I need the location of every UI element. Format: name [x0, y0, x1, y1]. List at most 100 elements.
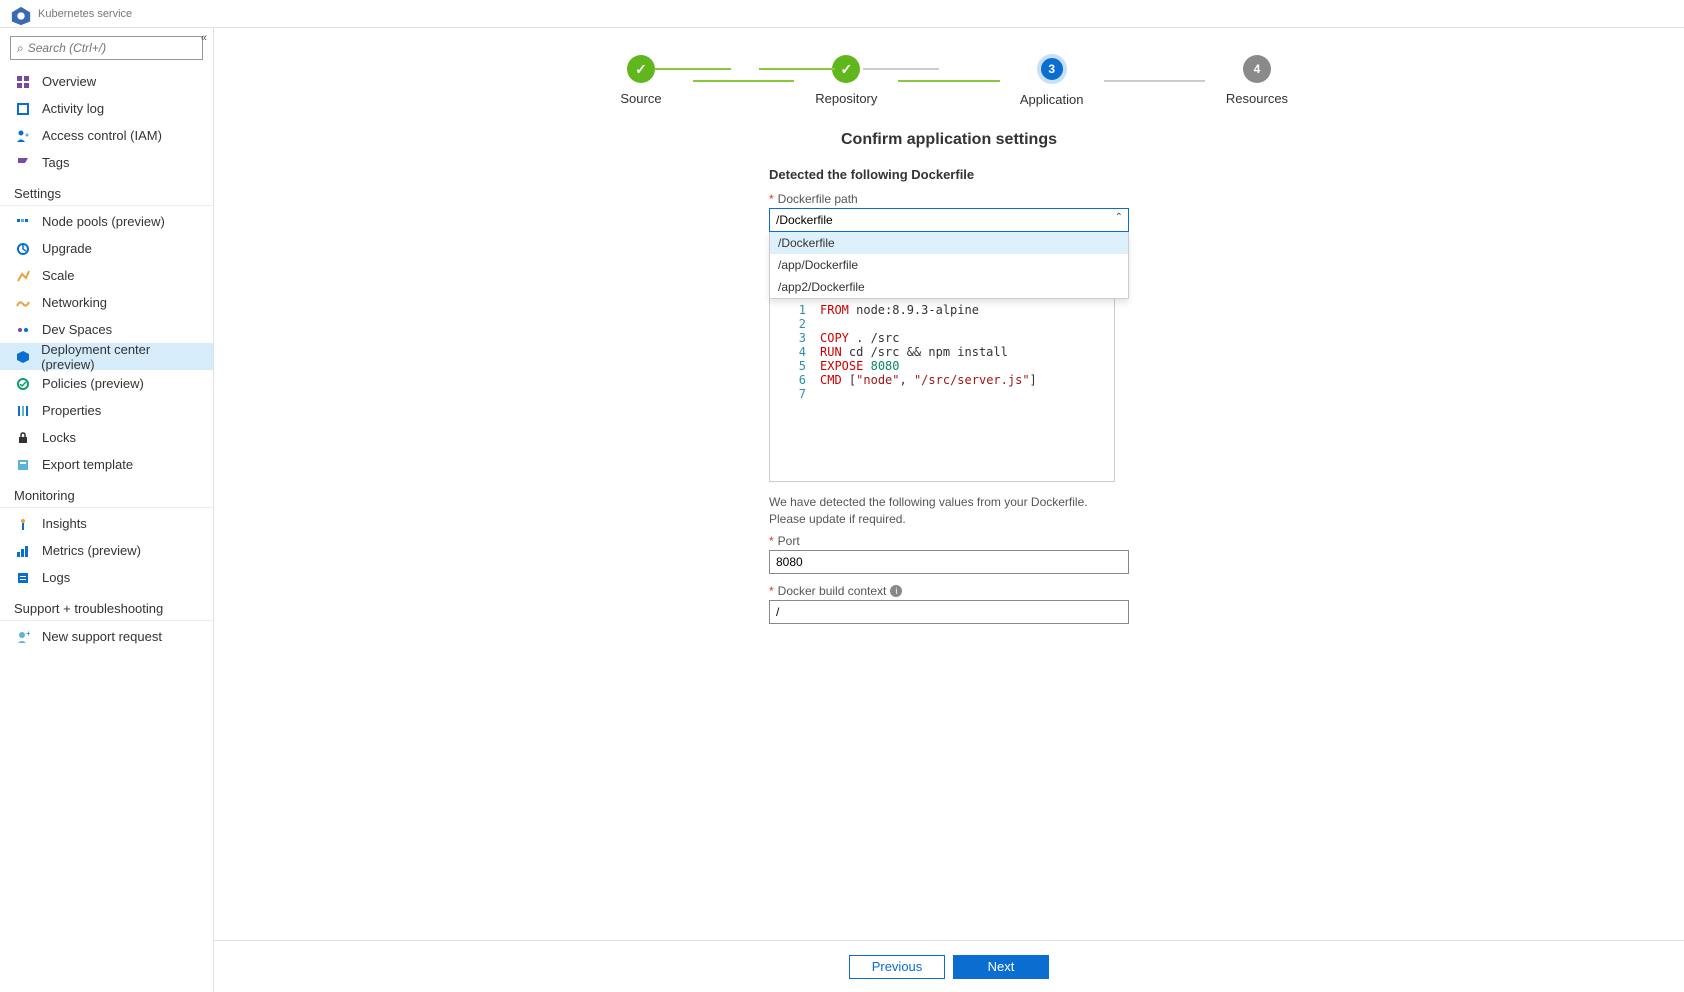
sidebar-item[interactable]: Deployment center (preview) [0, 343, 213, 370]
code-line: 2 [770, 317, 1114, 331]
menu-icon [14, 267, 32, 285]
monitoring-section-label: Monitoring [0, 478, 213, 508]
sidebar-item-label: Node pools (preview) [42, 214, 165, 229]
sidebar-item[interactable]: Logs [0, 564, 213, 591]
next-button[interactable]: Next [953, 955, 1049, 979]
sidebar-item[interactable]: Metrics (preview) [0, 537, 213, 564]
port-label: *Port [769, 534, 1129, 548]
menu-icon [14, 569, 32, 587]
sidebar-item-label: Tags [42, 155, 69, 170]
support-section-label: Support + troubleshooting [0, 591, 213, 621]
sidebar-item-label: Locks [42, 430, 76, 445]
step-number: 4 [1243, 55, 1271, 83]
docker-build-context-label: *Docker build context i [769, 584, 1129, 598]
code-line: 5EXPOSE 8080 [770, 359, 1114, 373]
menu-icon [14, 542, 32, 560]
search-icon: ⌕ [17, 41, 24, 56]
code-line: 7 [770, 387, 1114, 401]
dockerfile-path-combobox[interactable]: ⌃ /Dockerfile/app/Dockerfile/app2/Docker… [769, 208, 1129, 232]
menu-icon [14, 127, 32, 145]
svg-text:+: + [26, 630, 30, 638]
menu-icon [14, 402, 32, 420]
sidebar-item[interactable]: Node pools (preview) [0, 208, 213, 235]
menu-icon [14, 321, 32, 339]
code-line: 3COPY . /src [770, 331, 1114, 345]
info-icon[interactable]: i [890, 585, 902, 597]
wizard-footer: Previous Next [214, 940, 1684, 992]
menu-icon [14, 515, 32, 533]
check-icon: ✓ [627, 55, 655, 83]
sidebar-item-label: New support request [42, 629, 162, 644]
sidebar-item[interactable]: Networking [0, 289, 213, 316]
menu-icon [14, 240, 32, 258]
menu-icon: + [14, 628, 32, 646]
sidebar-item-label: Dev Spaces [42, 322, 112, 337]
sidebar-item-label: Overview [42, 74, 96, 89]
wizard-step[interactable]: ✓ Source [589, 55, 693, 106]
sidebar-item-label: Access control (IAM) [42, 128, 162, 143]
dockerfile-dropdown: /Dockerfile/app/Dockerfile/app2/Dockerfi… [769, 232, 1129, 299]
sidebar-item[interactable]: Scale [0, 262, 213, 289]
code-line: 1FROM node:8.9.3-alpine [770, 303, 1114, 317]
sidebar-item[interactable]: Export template [0, 451, 213, 478]
sidebar-search[interactable]: ⌕ [10, 36, 203, 60]
sidebar-item-label: Deployment center (preview) [41, 342, 199, 372]
dropdown-option[interactable]: /app/Dockerfile [770, 254, 1128, 276]
code-line: 6CMD ["node", "/src/server.js"] [770, 373, 1114, 387]
sidebar-item[interactable]: Activity log [0, 95, 213, 122]
dockerfile-path-label: *Dockerfile path [769, 192, 1129, 206]
step-label: Source [620, 91, 661, 106]
wizard-step[interactable]: 3 Application [1000, 54, 1104, 107]
sidebar-item[interactable]: Locks [0, 424, 213, 451]
menu-icon [14, 154, 32, 172]
dropdown-option[interactable]: /app2/Dockerfile [770, 276, 1128, 298]
check-icon: ✓ [832, 55, 860, 83]
sidebar-item-label: Scale [42, 268, 75, 283]
sidebar-item[interactable]: Tags [0, 149, 213, 176]
step-label: Resources [1226, 91, 1288, 106]
menu-icon [14, 429, 32, 447]
sidebar-item[interactable]: Upgrade [0, 235, 213, 262]
dockerfile-path-input[interactable] [769, 208, 1129, 232]
menu-icon [14, 73, 32, 91]
dockerfile-code-viewer: 1FROM node:8.9.3-alpine23COPY . /src4RUN… [769, 298, 1115, 482]
sidebar-item[interactable]: Access control (IAM) [0, 122, 213, 149]
sidebar-item[interactable]: Overview [0, 68, 213, 95]
sidebar-item[interactable]: Dev Spaces [0, 316, 213, 343]
kubernetes-icon [10, 5, 32, 23]
wizard-step[interactable]: 4 Resources [1205, 55, 1309, 106]
helper-text: We have detected the following values fr… [769, 494, 1109, 528]
menu-icon [14, 213, 32, 231]
menu-icon [14, 375, 32, 393]
sidebar: « ⌕ Overview Activity log Access control (… [0, 28, 214, 992]
docker-build-context-input[interactable] [769, 600, 1129, 624]
sidebar-item[interactable]: Properties [0, 397, 213, 424]
sidebar-item-label: Policies (preview) [42, 376, 144, 391]
step-number: 3 [1037, 54, 1067, 84]
sidebar-item-label: Export template [42, 457, 133, 472]
sidebar-item[interactable]: Insights [0, 510, 213, 537]
sidebar-item[interactable]: Policies (preview) [0, 370, 213, 397]
dropdown-option[interactable]: /Dockerfile [770, 232, 1128, 254]
dockerfile-heading: Detected the following Dockerfile [769, 167, 1129, 182]
step-label: Application [1020, 92, 1084, 107]
step-label: Repository [815, 91, 877, 106]
top-bar: Kubernetes service [0, 0, 1684, 28]
menu-icon [14, 100, 32, 118]
sidebar-item-label: Logs [42, 570, 70, 585]
settings-section-label: Settings [0, 176, 213, 206]
menu-icon [14, 348, 31, 366]
code-line: 4RUN cd /src && npm install [770, 345, 1114, 359]
port-input[interactable] [769, 550, 1129, 574]
sidebar-item[interactable]: + New support request [0, 623, 213, 650]
sidebar-item-label: Properties [42, 403, 101, 418]
sidebar-item-label: Insights [42, 516, 87, 531]
menu-icon [14, 294, 32, 312]
page-title: Confirm application settings [589, 131, 1309, 149]
sidebar-item-label: Activity log [42, 101, 104, 116]
collapse-sidebar-button[interactable]: « [201, 32, 207, 44]
wizard-step[interactable]: ✓ Repository [794, 55, 898, 106]
service-type-label: Kubernetes service [38, 8, 132, 20]
previous-button[interactable]: Previous [849, 955, 945, 979]
search-input[interactable] [24, 41, 196, 55]
